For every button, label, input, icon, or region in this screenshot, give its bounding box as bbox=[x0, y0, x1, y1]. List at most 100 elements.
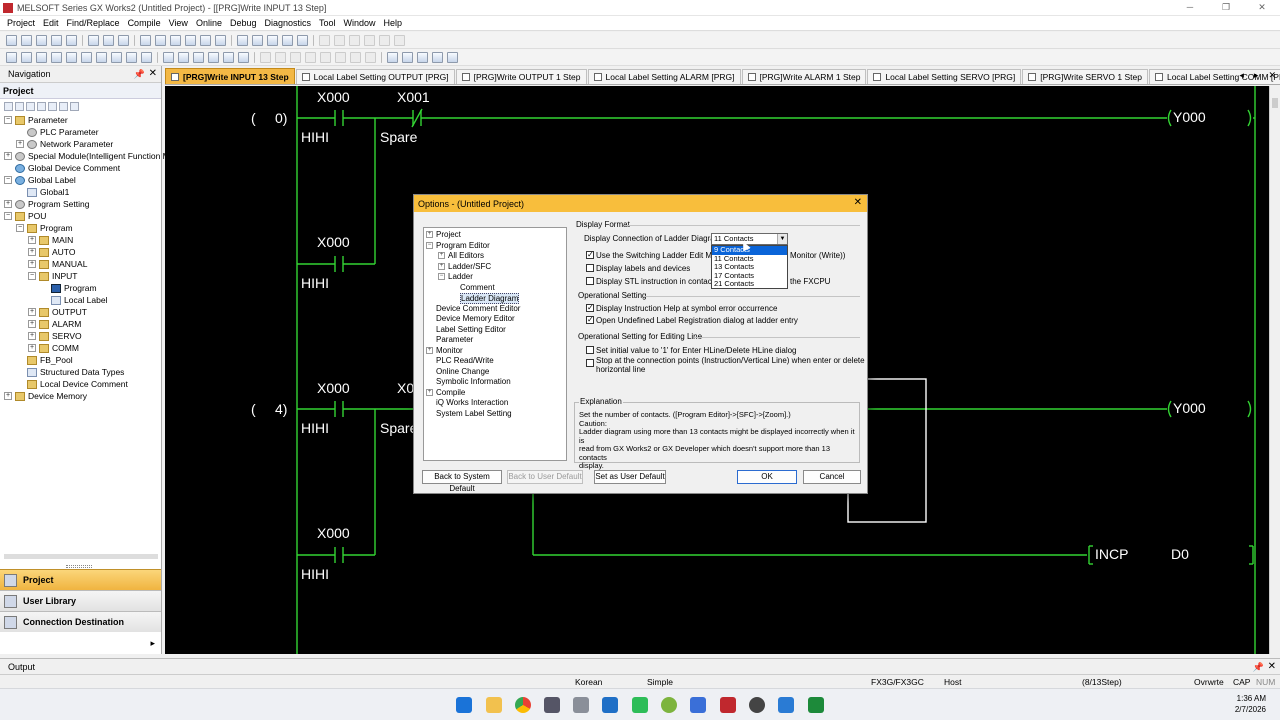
tree-item[interactable]: PLC Parameter bbox=[16, 126, 99, 138]
delete-vline-icon[interactable] bbox=[141, 51, 152, 63]
tree-item[interactable]: Global1 bbox=[16, 186, 69, 198]
monitor-icon[interactable] bbox=[140, 34, 151, 46]
verify-icon[interactable] bbox=[118, 34, 129, 46]
replace-icon[interactable] bbox=[185, 34, 196, 46]
tab-write-output[interactable]: [PRG]Write OUTPUT 1 Step bbox=[455, 69, 587, 84]
cancel-button[interactable]: Cancel bbox=[803, 470, 861, 484]
tree-item[interactable]: + AUTO bbox=[28, 246, 75, 258]
parallel-falling-icon[interactable] bbox=[208, 51, 219, 63]
tree-item[interactable]: − Program bbox=[16, 222, 73, 234]
set-as-user-default-button[interactable]: Set as User Default bbox=[594, 470, 666, 484]
write-icon[interactable] bbox=[88, 34, 99, 46]
delete-icon[interactable] bbox=[48, 102, 57, 111]
display-labels-checkbox[interactable] bbox=[586, 264, 594, 272]
tree-item[interactable]: + COMM bbox=[28, 342, 79, 354]
tab-write-input[interactable]: [PRG]Write INPUT 13 Step bbox=[165, 68, 295, 84]
diagnostics-icon[interactable] bbox=[297, 34, 308, 46]
pane-splitter[interactable] bbox=[66, 565, 92, 568]
hline-icon[interactable] bbox=[96, 51, 107, 63]
nav-more-button[interactable]: ▸ bbox=[150, 638, 155, 649]
collapse-icon[interactable]: − bbox=[16, 224, 24, 232]
menu-online[interactable]: Online bbox=[192, 18, 226, 28]
cross-ref-icon[interactable] bbox=[200, 34, 211, 46]
initial-value-checkbox[interactable] bbox=[586, 346, 594, 354]
start-icon[interactable] bbox=[456, 697, 472, 713]
tree-item-device-comment-editor[interactable]: Device Comment Editor bbox=[436, 304, 520, 313]
build-icon[interactable] bbox=[237, 34, 248, 46]
gx-works2-icon[interactable] bbox=[720, 697, 736, 713]
app-icon[interactable] bbox=[749, 697, 765, 713]
falling-pulse-icon[interactable] bbox=[178, 51, 189, 63]
tree-item-symbolic-information[interactable]: Symbolic Information bbox=[436, 377, 511, 386]
tree-item[interactable]: + Program Setting bbox=[4, 198, 89, 210]
tree-item-ladder[interactable]: − Ladder bbox=[438, 272, 473, 281]
menu-view[interactable]: View bbox=[165, 18, 192, 28]
ladder-symbol-icon[interactable] bbox=[379, 34, 390, 46]
nav-button-connection-destination[interactable]: Connection Destination bbox=[0, 611, 161, 632]
ok-button[interactable]: OK bbox=[737, 470, 797, 484]
back-to-user-default-button[interactable]: Back to User Default bbox=[507, 470, 583, 484]
display-stl-checkbox[interactable] bbox=[586, 277, 594, 285]
pin-icon[interactable]: 📌 bbox=[1253, 662, 1264, 673]
tree-item-iq-works-interaction[interactable]: iQ Works Interaction bbox=[436, 398, 508, 407]
maximize-button[interactable]: ❐ bbox=[1208, 0, 1244, 16]
file-explorer-icon[interactable] bbox=[486, 697, 502, 713]
tree-item[interactable]: Structured Data Types bbox=[16, 366, 124, 378]
tab-write-alarm[interactable]: [PRG]Write ALARM 1 Step bbox=[741, 69, 867, 84]
statement-icon[interactable] bbox=[402, 51, 413, 63]
parallel-rising-icon[interactable] bbox=[193, 51, 204, 63]
delete-hline-icon[interactable] bbox=[126, 51, 137, 63]
menu-compile[interactable]: Compile bbox=[124, 18, 165, 28]
tree-item[interactable]: + Network Parameter bbox=[16, 138, 113, 150]
switching-edit-mode-checkbox[interactable]: ✓ bbox=[586, 251, 594, 259]
device-list-icon[interactable] bbox=[215, 34, 226, 46]
tree-item-compile[interactable]: + Compile bbox=[426, 388, 465, 397]
tree-item[interactable]: Local Device Comment bbox=[16, 378, 128, 390]
instruction-icon[interactable] bbox=[81, 51, 92, 63]
tab-label-alarm[interactable]: Local Label Setting ALARM [PRG] bbox=[587, 69, 741, 84]
chevron-down-icon[interactable]: ▼ bbox=[777, 234, 787, 244]
read-icon[interactable] bbox=[103, 34, 114, 46]
tab-scroll-right-icon[interactable]: ▸ bbox=[1254, 70, 1259, 81]
expand-icon[interactable]: + bbox=[28, 344, 36, 352]
rising-pulse-icon[interactable] bbox=[163, 51, 174, 63]
expand-icon[interactable]: + bbox=[4, 200, 12, 208]
tree-item[interactable]: − POU bbox=[4, 210, 46, 222]
close-icon[interactable]: ✕ bbox=[1268, 661, 1276, 672]
tree-item[interactable]: Global Device Comment bbox=[4, 162, 120, 174]
invert-icon[interactable] bbox=[223, 51, 234, 63]
tab-write-servo[interactable]: [PRG]Write SERVO 1 Step bbox=[1022, 69, 1148, 84]
tree-item-device-memory-editor[interactable]: Device Memory Editor bbox=[436, 314, 515, 323]
new-data-icon[interactable] bbox=[4, 102, 13, 111]
search-icon[interactable] bbox=[447, 51, 458, 63]
paste-icon[interactable] bbox=[37, 102, 46, 111]
dialog-close-icon[interactable]: ✕ bbox=[854, 197, 862, 208]
tree-item-project[interactable]: + Project bbox=[426, 230, 461, 239]
menu-diagnostics[interactable]: Diagnostics bbox=[260, 18, 315, 28]
vline-icon[interactable] bbox=[111, 51, 122, 63]
tree-item[interactable]: + Special Module(Intelligent Function M bbox=[4, 150, 170, 162]
tab-label-output[interactable]: Local Label Setting OUTPUT [PRG] bbox=[295, 69, 455, 84]
collapse-icon[interactable]: − bbox=[4, 176, 12, 184]
menu-window[interactable]: Window bbox=[340, 18, 380, 28]
stop-connection-checkbox[interactable] bbox=[586, 359, 594, 367]
tree-item-label-setting-editor[interactable]: Label Setting Editor bbox=[436, 325, 506, 334]
editor-vertical-scrollbar[interactable] bbox=[1269, 86, 1280, 654]
expand-icon[interactable]: + bbox=[28, 236, 36, 244]
menu-debug[interactable]: Debug bbox=[226, 18, 261, 28]
ladder-symbol-icon[interactable] bbox=[319, 34, 330, 46]
ladder-symbol-icon[interactable] bbox=[394, 34, 405, 46]
online-icon[interactable] bbox=[267, 34, 278, 46]
nav-button-project[interactable]: Project bbox=[0, 569, 161, 590]
tree-item-ladder-diagram[interactable]: Ladder Diagram bbox=[460, 293, 520, 304]
expand-icon[interactable]: + bbox=[4, 392, 12, 400]
tree-item[interactable]: + Device Memory bbox=[4, 390, 87, 402]
note-icon[interactable] bbox=[417, 51, 428, 63]
app-icon[interactable] bbox=[661, 697, 677, 713]
menu-help[interactable]: Help bbox=[380, 18, 407, 28]
tree-item[interactable]: + SERVO bbox=[28, 330, 82, 342]
copy-icon[interactable] bbox=[21, 34, 32, 46]
tree-item-comment[interactable]: Comment bbox=[460, 283, 495, 292]
calculator-icon[interactable] bbox=[573, 697, 589, 713]
tree-item-program-editor[interactable]: − Program Editor bbox=[426, 241, 490, 250]
